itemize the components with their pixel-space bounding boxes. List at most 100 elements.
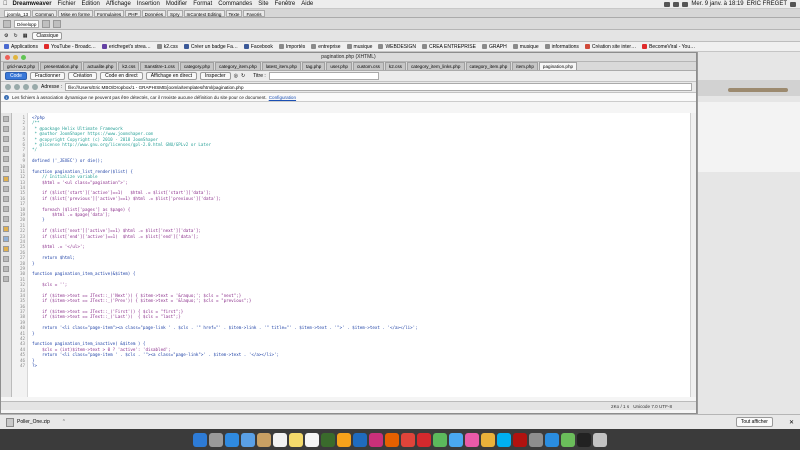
file-tab[interactable]: k2.css (118, 62, 140, 70)
file-tab[interactable]: latest_item.php (261, 62, 301, 70)
mail-icon[interactable] (241, 432, 255, 447)
tab-commun[interactable]: Commun (32, 9, 57, 17)
skype-icon[interactable] (497, 432, 511, 447)
filezilla-icon[interactable] (513, 432, 527, 447)
remove-comment-icon[interactable] (3, 216, 9, 222)
finder-icon[interactable] (193, 432, 207, 447)
tab-favoris[interactable]: Favoris (243, 9, 265, 17)
menu-site[interactable]: Site (255, 1, 271, 7)
vertical-scrollbar[interactable] (690, 113, 696, 397)
photos-icon[interactable] (481, 432, 495, 447)
code-view-button[interactable]: Code (5, 72, 27, 80)
messages-icon[interactable] (449, 432, 463, 447)
terminal-icon[interactable] (577, 432, 591, 447)
menu-edition[interactable]: Edition (79, 1, 103, 7)
file-tab[interactable]: tag.php (301, 62, 326, 70)
menu-fenetre[interactable]: Fenêtre (272, 1, 299, 7)
file-tab[interactable]: category.php (179, 62, 215, 70)
bookmark-folder[interactable]: GRAPH (481, 44, 507, 50)
forward-icon[interactable] (14, 84, 20, 90)
line-numbers-icon[interactable] (3, 166, 9, 172)
bookmark-item[interactable]: Applications (4, 44, 38, 50)
file-tab[interactable]: k2.css (384, 62, 406, 70)
menu-format[interactable]: Format (190, 1, 215, 7)
wifi-icon[interactable] (673, 1, 680, 7)
bookmark-item[interactable]: Créer un badge Fa… (183, 44, 238, 50)
itunes-icon[interactable] (465, 432, 479, 447)
globe-icon[interactable]: ◎ (234, 73, 238, 79)
bookmark-folder[interactable]: CREA ENTREPRISE (422, 44, 476, 50)
address-input[interactable]: file:///Users/Eric MBO/Dropbox/1 - GRAPH… (65, 83, 692, 91)
highlight-invalid-icon[interactable] (3, 176, 9, 182)
apply-comment-icon[interactable] (3, 206, 9, 212)
calendar-icon[interactable] (273, 432, 287, 447)
show-all-button[interactable]: Tout afficher (735, 417, 773, 427)
home-icon[interactable] (32, 84, 38, 90)
move-css-icon[interactable] (3, 246, 9, 252)
select-parent-icon[interactable] (3, 146, 9, 152)
bookmark-folder[interactable]: Importés (278, 44, 305, 50)
bookmark-folder[interactable]: musique (346, 44, 372, 50)
live-code-button[interactable]: Code en direct (100, 72, 143, 80)
bookmark-item[interactable]: Facebook (243, 44, 273, 50)
close-icon[interactable]: ✕ (789, 419, 794, 426)
configuration-link[interactable]: Configuration (269, 95, 296, 100)
recent-snippets-icon[interactable] (3, 236, 9, 242)
live-view-button[interactable]: Affichage en direct (145, 72, 198, 80)
menu-app-name[interactable]: Dreamweaver (11, 1, 55, 7)
bookmark-item[interactable]: k2.css (156, 44, 178, 50)
gear-icon[interactable]: ⚙ (4, 33, 8, 39)
indesign-icon[interactable] (369, 432, 383, 447)
file-tab[interactable]: presentation.php (40, 62, 83, 70)
file-tab[interactable]: Sanstitre-1.css (140, 62, 179, 70)
facetime-icon[interactable] (433, 432, 447, 447)
contacts-icon[interactable] (257, 432, 271, 447)
menu-insertion[interactable]: Insertion (134, 1, 163, 7)
tab-texte[interactable]: Texte (225, 9, 243, 17)
balance-braces-icon[interactable] (3, 156, 9, 162)
expand-icon[interactable] (3, 136, 9, 142)
file-tab[interactable]: user.php (326, 62, 352, 70)
develop-button[interactable]: Développ (14, 19, 40, 28)
tab-incontext[interactable]: InContext Editing (183, 9, 225, 17)
bookmark-item[interactable]: Création site inter… (584, 44, 636, 50)
inspect-button[interactable]: Inspecter (200, 72, 231, 80)
layout-icon[interactable]: ▦ (23, 33, 28, 39)
notes-icon[interactable] (289, 432, 303, 447)
spotlight-icon[interactable] (790, 1, 796, 7)
photoshop-icon[interactable] (353, 432, 367, 447)
status-icon[interactable] (664, 1, 671, 7)
zoom-icon[interactable] (21, 55, 26, 60)
tab-php[interactable]: PHP (125, 9, 141, 17)
menu-aide[interactable]: Aide (298, 1, 316, 7)
format-source-icon[interactable] (3, 276, 9, 282)
insert-icon[interactable] (42, 19, 51, 28)
bookmark-folder[interactable]: musique (512, 44, 539, 50)
tab-formulaires[interactable]: Formulaires (93, 9, 125, 17)
menu-modifier[interactable]: Modifier (163, 1, 190, 7)
chevron-up-icon[interactable]: ⌃ (62, 419, 66, 425)
reminders-icon[interactable] (305, 432, 319, 447)
code-area[interactable]: <?php/** * @package Helix Ultimate Frame… (28, 113, 690, 397)
bookmark-folder[interactable]: WEBDESIGN (378, 44, 416, 50)
menu-affichage[interactable]: Affichage (103, 1, 134, 7)
tab-mise-en-forme[interactable]: Mise en forme (57, 9, 93, 17)
insert-icon[interactable] (3, 19, 11, 28)
trash-icon[interactable] (593, 432, 607, 447)
dreamweaver-icon[interactable] (321, 432, 335, 447)
download-item[interactable]: Poller_One.zip (6, 417, 50, 427)
bookmark-item[interactable]: BecomeViral - You… (642, 44, 695, 50)
appstore-icon[interactable] (545, 432, 559, 447)
safari-icon[interactable] (225, 432, 239, 447)
firefox-icon[interactable] (385, 432, 399, 447)
tab-joomla[interactable]: joomla_13 (4, 9, 32, 17)
bookmark-item[interactable]: YouTube - Broadc… (43, 44, 96, 50)
preferences-icon[interactable] (529, 432, 543, 447)
file-tab[interactable]: actualite.php (83, 62, 118, 70)
design-view-button[interactable]: Création (68, 72, 98, 80)
title-input[interactable] (268, 72, 379, 80)
tab-spry[interactable]: Spry (167, 9, 183, 17)
opera-icon[interactable] (417, 432, 431, 447)
file-tab[interactable]: category_item_links.php (406, 62, 465, 70)
file-tab[interactable]: custom.css (352, 62, 384, 70)
